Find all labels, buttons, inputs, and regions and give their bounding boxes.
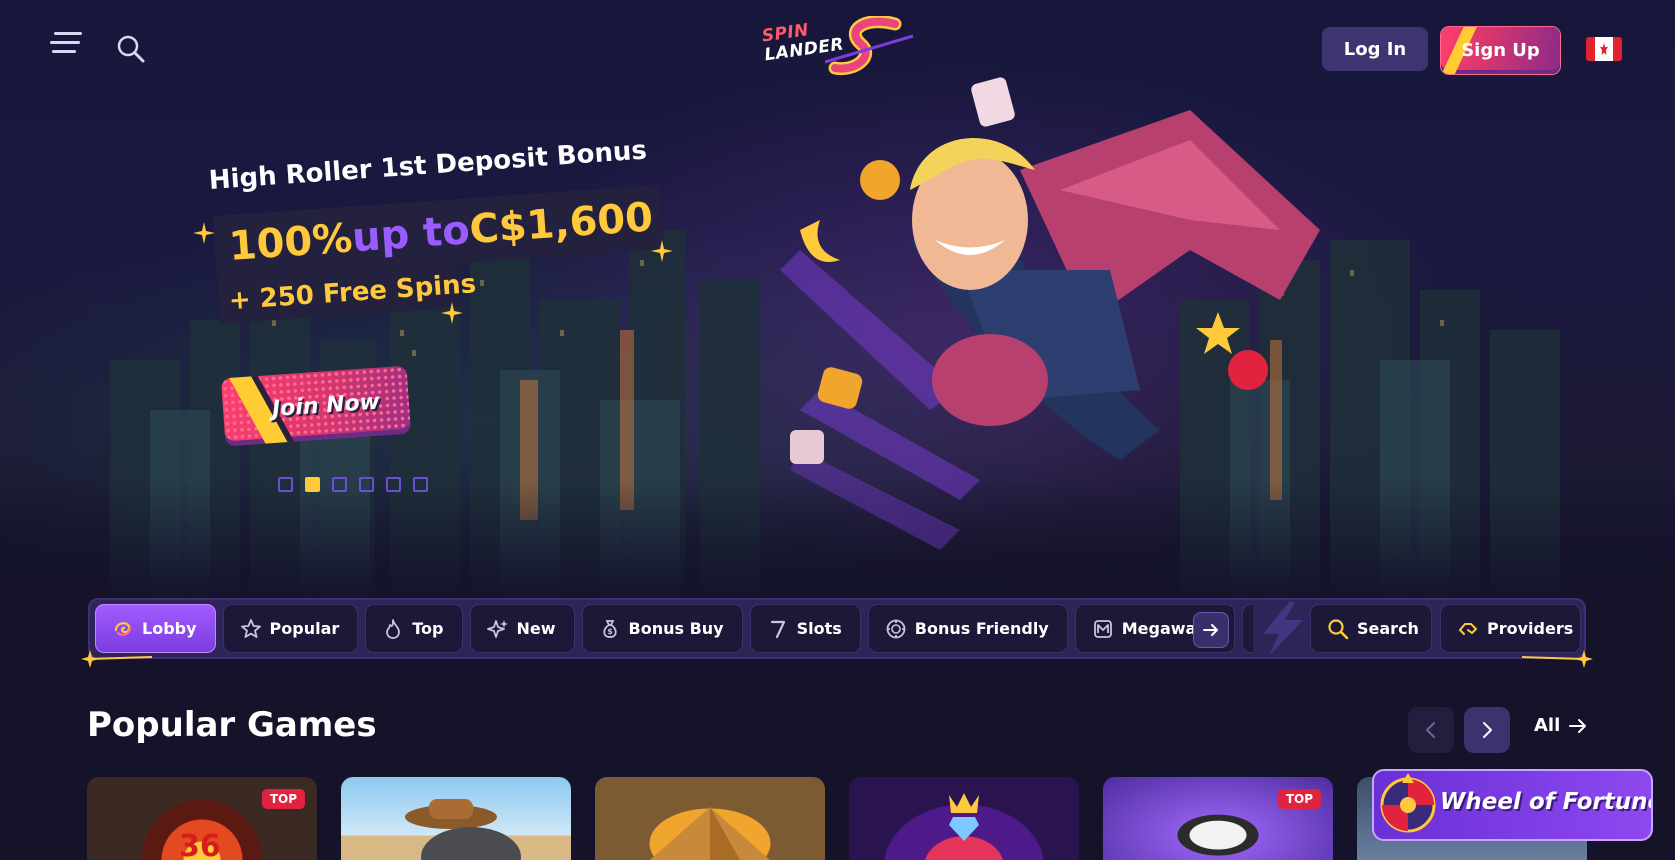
search-label: Search: [1357, 619, 1419, 638]
menu-line: [52, 50, 76, 53]
promo-banner: High Roller 1st Deposit Bonus 100% up to…: [193, 135, 685, 450]
category-label: Slots: [796, 619, 842, 638]
join-now-label: Join Now: [271, 389, 381, 422]
promo-amount: C$1,600: [467, 194, 655, 254]
game-tile[interactable]: TOP 36: [87, 777, 317, 860]
category-label: New: [516, 619, 556, 638]
category-label: Popular: [269, 619, 340, 638]
providers-label: Providers: [1487, 619, 1574, 638]
search-icon[interactable]: [116, 34, 146, 64]
top-badge: TOP: [1277, 789, 1321, 809]
top-badge: TOP: [261, 789, 305, 809]
hamburger-menu-icon[interactable]: [50, 32, 86, 64]
game-tile[interactable]: [595, 777, 825, 860]
menu-line: [54, 32, 82, 35]
chevron-left-icon: [1426, 722, 1435, 738]
hero-character-illustration: [780, 77, 1320, 550]
category-partial[interactable]: [1241, 604, 1253, 653]
carousel-dot[interactable]: [386, 477, 401, 492]
carousel-next-button[interactable]: [1464, 707, 1510, 753]
flame-icon: [386, 618, 401, 639]
game-art-raccoon: [405, 799, 521, 860]
carousel-dots: [278, 477, 428, 492]
sparkle-line-decoration: [1521, 650, 1593, 668]
category-lobby[interactable]: Lobby: [95, 604, 216, 653]
game-art-diamond-crown: [949, 793, 979, 841]
category-label: Bonus Buy: [628, 619, 724, 638]
category-top[interactable]: Top: [365, 604, 463, 653]
carousel-prev-button[interactable]: [1408, 707, 1454, 753]
sparkle-icon: [651, 240, 673, 262]
signup-label: Sign Up: [1461, 40, 1540, 61]
view-all-label: All: [1534, 715, 1561, 736]
search-icon: [1328, 618, 1349, 639]
promo-upto: up to: [350, 207, 472, 262]
top-header: SPIN LANDER Log In Sign Up: [0, 0, 1675, 96]
promo-percent: 100%: [227, 215, 354, 270]
carousel-dot[interactable]: [278, 477, 293, 492]
category-label: Top: [412, 619, 444, 638]
menu-line: [50, 41, 80, 44]
signup-button[interactable]: Sign Up: [1441, 27, 1560, 74]
megaways-icon: [1093, 619, 1112, 638]
view-all-link[interactable]: All: [1534, 715, 1588, 736]
game-art-number: 36: [179, 829, 221, 860]
carousel-dot[interactable]: [413, 477, 428, 492]
flag-band: [1613, 37, 1622, 61]
popular-games-title: Popular Games: [87, 705, 377, 745]
wheel-of-fortune-label: Wheel of Fortune: [1440, 789, 1653, 815]
carousel-dot[interactable]: [359, 477, 374, 492]
providers-icon: [1459, 622, 1477, 635]
wheel-of-fortune-button[interactable]: Wheel of Fortune: [1372, 769, 1653, 841]
carousel-dot[interactable]: [332, 477, 347, 492]
join-now-button[interactable]: Join Now: [220, 365, 412, 447]
category-bonus-buy[interactable]: $ Bonus Buy: [581, 604, 743, 653]
flag-center: [1595, 37, 1613, 61]
category-popular[interactable]: Popular: [222, 604, 359, 653]
game-tile[interactable]: TOP: [1103, 777, 1333, 860]
chevron-right-icon: [1483, 722, 1492, 738]
star-icon: [240, 618, 261, 638]
category-bonus-friendly[interactable]: Bonus Friendly: [867, 604, 1068, 653]
arrow-right-icon: [1569, 718, 1587, 733]
search-category-button[interactable]: Search: [1310, 604, 1432, 653]
login-button[interactable]: Log In: [1322, 27, 1428, 71]
chip-icon: [886, 619, 906, 638]
flag-band: [1586, 37, 1595, 61]
spin-lander-logo[interactable]: SPIN LANDER: [755, 14, 915, 86]
canada-flag-icon[interactable]: [1586, 37, 1622, 61]
sparkle-icon: [441, 302, 463, 324]
money-bag-icon: $: [602, 619, 617, 638]
swirl-icon: [114, 621, 132, 636]
sparkle-icon: [486, 619, 508, 638]
arrow-right-icon[interactable]: [1193, 612, 1229, 648]
category-label: Lobby: [142, 619, 197, 638]
seven-icon: [770, 620, 785, 638]
category-label: Bonus Friendly: [914, 619, 1049, 638]
category-list: Lobby Popular Top New $ Bonus Buy Slots …: [95, 604, 1253, 653]
game-tile[interactable]: [849, 777, 1079, 860]
category-nav: Lobby Popular Top New $ Bonus Buy Slots …: [88, 598, 1586, 659]
sparkle-line-decoration: [81, 650, 153, 668]
providers-button[interactable]: Providers: [1440, 604, 1581, 653]
category-new[interactable]: New: [469, 604, 575, 653]
svg-text:$: $: [607, 627, 613, 636]
lightning-decoration: [1263, 602, 1303, 656]
wheel-icon: [1380, 773, 1436, 833]
game-art-pyramid: [650, 807, 770, 860]
carousel-dot-active[interactable]: [305, 477, 320, 492]
category-slots[interactable]: Slots: [749, 604, 861, 653]
game-tile[interactable]: [341, 777, 571, 860]
sparkle-icon: [193, 222, 215, 244]
